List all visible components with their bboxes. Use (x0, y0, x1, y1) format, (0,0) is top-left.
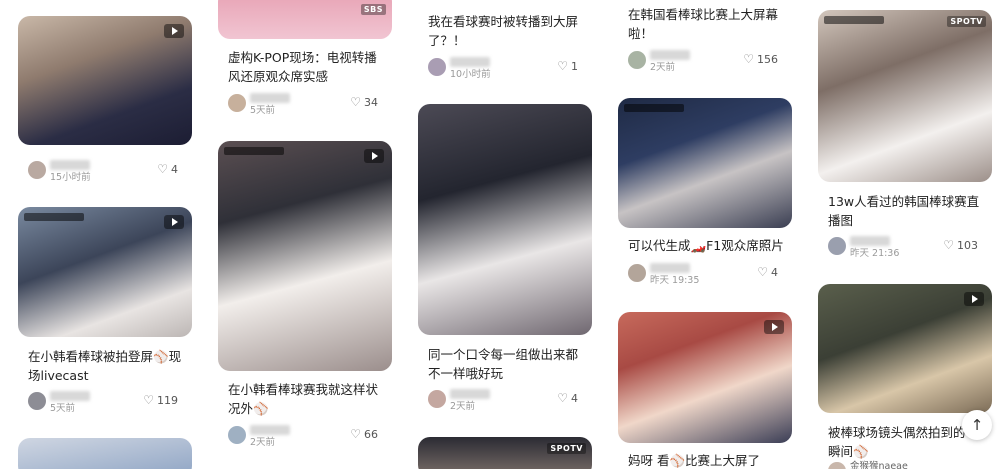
note-title[interactable]: 在韩国看棒球比赛上大屏幕啦！ (628, 5, 788, 43)
note-cover-image[interactable] (618, 312, 792, 443)
video-play-icon (164, 215, 184, 229)
post-time: 10小时前 (450, 69, 491, 80)
like-count: 103 (957, 239, 978, 252)
note-meta: 2天前 ♡ 66 (228, 424, 388, 448)
like-count: 4 (571, 392, 578, 405)
like-button[interactable]: ♡ 119 (143, 393, 178, 407)
like-button[interactable]: ♡ 66 (350, 427, 378, 441)
like-count: 156 (757, 53, 778, 66)
note-meta: 金猴猴naeae (828, 460, 988, 469)
post-time: 昨天 21:36 (850, 248, 900, 259)
note-title[interactable]: 13w人看过的韩国棒球赛直播图 (828, 192, 988, 230)
arrow-up-icon: ↑ (970, 416, 984, 434)
post-time: 5天前 (50, 403, 76, 414)
author-avatar[interactable] (228, 426, 246, 444)
broadcast-scoreboard (224, 147, 284, 155)
author-avatar[interactable] (428, 390, 446, 408)
like-button[interactable]: ♡ 4 (157, 162, 178, 176)
back-to-top-button[interactable]: ↑ (962, 410, 992, 440)
heart-icon: ♡ (143, 393, 154, 407)
heart-icon: ♡ (943, 238, 954, 252)
post-time: 5天前 (250, 105, 276, 116)
heart-icon: ♡ (350, 95, 361, 109)
broadcast-logo: SBS (360, 4, 386, 15)
heart-icon: ♡ (757, 265, 768, 279)
note-cover-image[interactable] (18, 438, 192, 469)
like-button[interactable]: ♡ 1 (557, 59, 578, 73)
like-button[interactable]: ♡ 4 (757, 265, 778, 279)
note-title[interactable]: 可以代生成🏎️F1观众席照片 (628, 236, 788, 255)
post-time: 2天前 (450, 401, 476, 412)
author-avatar[interactable] (828, 462, 846, 469)
heart-icon: ♡ (743, 52, 754, 66)
note-meta: 10小时前 ♡ 1 (428, 56, 588, 80)
note-meta: 昨天 19:35 ♡ 4 (628, 262, 788, 286)
like-count: 119 (157, 394, 178, 407)
broadcast-logo: SPOTV (547, 443, 586, 454)
note-cover-image[interactable] (818, 284, 992, 413)
heart-icon: ♡ (557, 59, 568, 73)
heart-icon: ♡ (350, 427, 361, 441)
like-count: 66 (364, 428, 378, 441)
note-cover-image[interactable] (618, 98, 792, 228)
note-cover-image[interactable]: SPOTV (418, 437, 592, 469)
note-title[interactable]: 妈呀 看⚾比赛上大屏了 (628, 451, 788, 469)
author-name[interactable]: 金猴猴naeae (850, 458, 908, 469)
note-meta: 2天前 ♡ 156 (628, 49, 788, 73)
note-meta: 5天前 ♡ 34 (228, 92, 388, 116)
note-title[interactable]: 我在看球赛时被转播到大屏了？！ (428, 12, 588, 50)
broadcast-scoreboard (824, 16, 884, 24)
author-avatar[interactable] (28, 161, 46, 179)
note-cover-image[interactable]: SBS (218, 0, 392, 39)
video-play-icon (964, 292, 984, 306)
post-time: 15小时前 (50, 172, 91, 183)
note-cover-image[interactable] (218, 141, 392, 371)
author-avatar[interactable] (628, 264, 646, 282)
note-meta: 2天前 ♡ 4 (428, 388, 588, 412)
post-time: 2天前 (650, 62, 676, 73)
author-avatar[interactable] (228, 94, 246, 112)
note-title[interactable]: 被棒球场镜头偶然拍到的瞬间⚾ (828, 423, 968, 461)
note-cover-image[interactable] (18, 16, 192, 145)
post-time: 2天前 (250, 437, 276, 448)
video-play-icon (764, 320, 784, 334)
like-button[interactable]: ♡ 156 (743, 52, 778, 66)
note-meta: 15小时前 ♡ 4 (28, 159, 188, 183)
author-avatar[interactable] (28, 392, 46, 410)
author-avatar[interactable] (628, 51, 646, 69)
note-cover-image[interactable]: SPOTV (818, 10, 992, 182)
broadcast-scoreboard (624, 104, 684, 112)
heart-icon: ♡ (557, 391, 568, 405)
note-meta: 昨天 21:36 ♡ 103 (828, 235, 988, 259)
like-count: 34 (364, 96, 378, 109)
note-meta: 5天前 ♡ 119 (28, 390, 188, 414)
note-title[interactable]: 在小韩看棒球赛我就这样状况外⚾ (228, 380, 388, 418)
note-title[interactable]: 虚构K-POP现场：电视转播风还原观众席实感 (228, 48, 388, 86)
like-count: 1 (571, 60, 578, 73)
note-title[interactable]: 在小韩看棒球被拍登屏⚾现场livecast (28, 347, 188, 385)
video-play-icon (364, 149, 384, 163)
like-button[interactable]: ♡ 103 (943, 238, 978, 252)
author-avatar[interactable] (428, 58, 446, 76)
like-count: 4 (771, 266, 778, 279)
heart-icon: ♡ (157, 162, 168, 176)
note-cover-image[interactable] (18, 207, 192, 337)
like-count: 4 (171, 163, 178, 176)
broadcast-logo: SPOTV (947, 16, 986, 27)
like-button[interactable]: ♡ 4 (557, 391, 578, 405)
note-title[interactable]: 同一个口令每一组做出来都不一样哦好玩 (428, 345, 588, 383)
broadcast-scoreboard (24, 213, 84, 221)
video-play-icon (164, 24, 184, 38)
post-time: 昨天 19:35 (650, 275, 700, 286)
like-button[interactable]: ♡ 34 (350, 95, 378, 109)
author-avatar[interactable] (828, 237, 846, 255)
note-cover-image[interactable] (418, 104, 592, 335)
